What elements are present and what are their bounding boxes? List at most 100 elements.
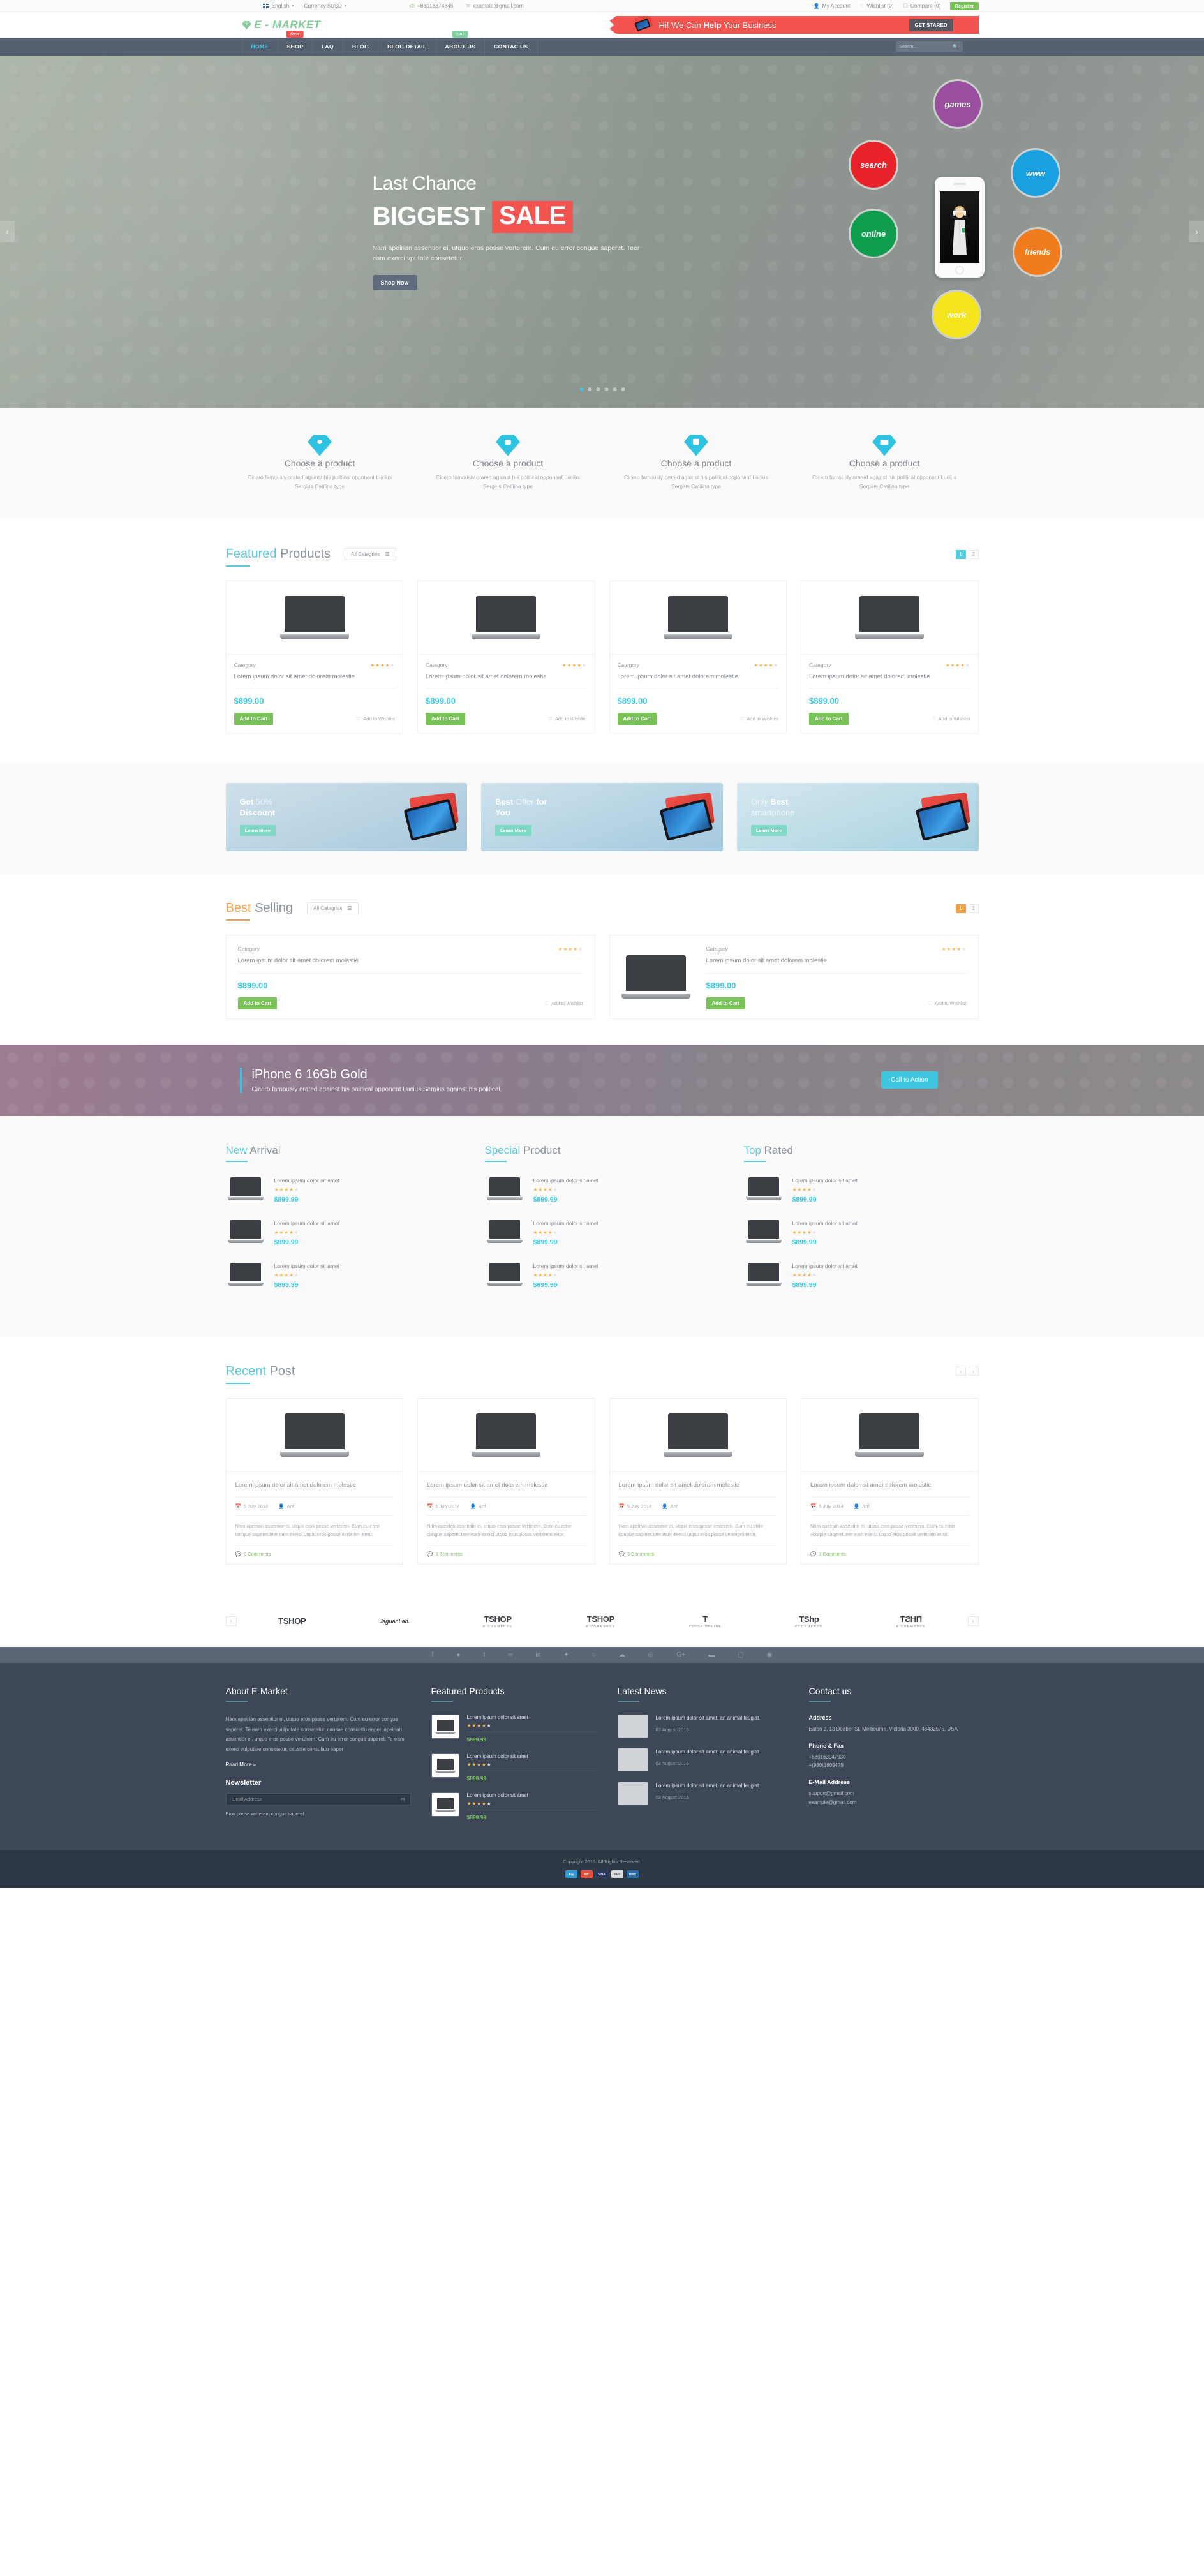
- vimeo-icon[interactable]: ▬: [708, 1651, 715, 1658]
- add-to-wishlist-link[interactable]: ♡ Add to Wishlist: [740, 716, 778, 722]
- footer-product-item[interactable]: Lorem ipsum dolor sit amet ★★★★★ $899.99: [431, 1753, 597, 1782]
- hero-dot-3[interactable]: [596, 387, 600, 391]
- promo-banner-discount[interactable]: Get 50% Discount Learn More: [225, 783, 468, 852]
- hero-dot-5[interactable]: [613, 387, 616, 391]
- compare-link[interactable]: ❐ Compare (0): [903, 3, 941, 9]
- dribbble-icon[interactable]: ○: [592, 1651, 596, 1658]
- newsletter-form[interactable]: ✉: [225, 1792, 411, 1805]
- list-item[interactable]: Lorem ipsum dolor sit amet ★★★★★ $899.99: [485, 1217, 720, 1246]
- add-to-wishlist-link[interactable]: ♡ Add to Wishlist: [544, 1001, 583, 1006]
- post-comments[interactable]: 💬 3 Comments: [235, 1546, 394, 1564]
- hero-dot-4[interactable]: [604, 387, 608, 391]
- add-to-cart-button[interactable]: Add to Cart: [706, 997, 746, 1009]
- hero-dot-2[interactable]: [588, 387, 591, 391]
- add-to-wishlist-link[interactable]: ♡ Add to Wishlist: [548, 716, 586, 722]
- add-to-wishlist-link[interactable]: ♡ Add to Wishlist: [357, 716, 395, 722]
- promo-banner-smartphone[interactable]: Only Best smartphone Learn More: [736, 783, 979, 852]
- add-to-wishlist-link[interactable]: ♡ Add to Wishlist: [932, 716, 970, 722]
- brand-logo[interactable]: TƧHП E COMMERCE: [896, 1614, 926, 1628]
- brand-logo[interactable]: Jaguar Lab.: [380, 1618, 410, 1625]
- shop-now-button[interactable]: Shop Now: [372, 275, 417, 291]
- get-started-button[interactable]: GET STARED: [909, 19, 953, 31]
- brand-logo[interactable]: TSHOP: [278, 1616, 306, 1626]
- phone-info[interactable]: ✆ +88018374345: [410, 3, 454, 9]
- amex-icon[interactable]: AMX: [611, 1870, 623, 1879]
- add-to-cart-button[interactable]: Add to Cart: [234, 713, 274, 726]
- add-to-cart-button[interactable]: Add to Cart: [617, 713, 657, 726]
- post-comments[interactable]: 💬 3 Comments: [427, 1546, 586, 1564]
- post-card[interactable]: Lorem ipsum dolor sit amet dolorem moles…: [417, 1397, 595, 1565]
- hero-next-arrow[interactable]: ›: [1189, 221, 1204, 242]
- list-item[interactable]: Lorem ipsum dolor sit amet ★★★★★ $899.99: [744, 1260, 979, 1289]
- brand-logo[interactable]: TShp ECOMMERCE: [795, 1614, 822, 1628]
- promo-banner-offer[interactable]: Best Offer for You Learn More: [481, 783, 723, 852]
- hero-dot-6[interactable]: [621, 387, 625, 391]
- footer-news-item[interactable]: Lorem ipsum dolor sit amet, an animal fe…: [617, 1715, 789, 1738]
- list-item[interactable]: Lorem ipsum dolor sit amet ★★★★★ $899.99: [226, 1260, 461, 1289]
- pager-page-2[interactable]: 2: [968, 549, 979, 559]
- nav-item-contact-us[interactable]: CONTAC US: [485, 38, 538, 56]
- wishlist-link[interactable]: ♡ Wishlist (0): [859, 3, 893, 9]
- hero-prev-arrow[interactable]: ‹: [0, 221, 15, 242]
- rss-icon[interactable]: ◉: [767, 1651, 773, 1658]
- best-selling-card[interactable]: Category ★★★★★ Lorem ipsum dolor sit ame…: [609, 935, 979, 1019]
- header-promo-banner[interactable]: Hi! We Can Help Your Business GET STARED: [604, 16, 979, 34]
- categories-filter[interactable]: All Categries ☰: [307, 902, 359, 915]
- pinterest-icon[interactable]: ✦: [563, 1651, 569, 1658]
- post-comments[interactable]: 💬 3 Comments: [810, 1546, 969, 1564]
- pager-page-1[interactable]: 1: [955, 549, 966, 559]
- prev-arrow-button[interactable]: ‹: [955, 1367, 966, 1376]
- next-arrow-button[interactable]: ›: [968, 1367, 979, 1376]
- nav-item-about-us[interactable]: Hot ABOUT US: [436, 31, 486, 56]
- mastercard-icon[interactable]: MC: [581, 1870, 593, 1879]
- add-to-cart-button[interactable]: Add to Cart: [809, 713, 849, 726]
- hero-dot-1[interactable]: [579, 387, 583, 391]
- footer-product-item[interactable]: Lorem ipsum dolor sit amet ★★★★★ $899.99: [431, 1715, 597, 1743]
- site-logo[interactable]: E - MARKET: [241, 19, 321, 31]
- post-card[interactable]: Lorem ipsum dolor sit amet dolorem moles…: [801, 1397, 979, 1565]
- nav-search[interactable]: 🔍: [895, 41, 963, 52]
- cloud-icon[interactable]: ☁: [619, 1651, 625, 1658]
- discover-icon[interactable]: DISC: [627, 1870, 639, 1879]
- learn-more-button[interactable]: Learn More: [239, 824, 276, 836]
- add-to-cart-button[interactable]: Add to Cart: [426, 713, 465, 726]
- instagram-icon[interactable]: ▢: [738, 1651, 743, 1658]
- call-to-action-button[interactable]: Call to Action: [881, 1071, 938, 1089]
- paypal-icon[interactable]: Pay: [565, 1870, 577, 1879]
- search-input[interactable]: [899, 44, 953, 49]
- linkedin-icon[interactable]: in: [535, 1651, 540, 1658]
- search-icon[interactable]: 🔍: [953, 44, 959, 50]
- register-button[interactable]: Register: [950, 1, 979, 10]
- twitter-icon[interactable]: ●: [457, 1651, 461, 1658]
- newsletter-email-input[interactable]: [231, 1796, 401, 1802]
- share-icon[interactable]: ∞: [508, 1651, 512, 1658]
- nav-item-shop[interactable]: New SHOP: [278, 31, 313, 56]
- product-card[interactable]: Category ★★★★★ Lorem ipsum dolor sit ame…: [609, 581, 787, 734]
- add-to-cart-button[interactable]: Add to Cart: [237, 997, 278, 1009]
- footer-product-item[interactable]: Lorem ipsum dolor sit amet ★★★★★ $899.99: [431, 1792, 597, 1820]
- pager-page-1[interactable]: 1: [955, 904, 966, 913]
- visa-icon[interactable]: VISA: [596, 1870, 608, 1879]
- nav-item-blog[interactable]: BLOG: [343, 38, 379, 56]
- send-icon[interactable]: ✉: [401, 1796, 405, 1802]
- post-card[interactable]: Lorem ipsum dolor sit amet dolorem moles…: [225, 1397, 403, 1565]
- learn-more-button[interactable]: Learn More: [750, 824, 787, 836]
- footer-news-item[interactable]: Lorem ipsum dolor sit amet, an animal fe…: [617, 1782, 789, 1806]
- behance-icon[interactable]: ◎: [648, 1651, 654, 1658]
- list-item[interactable]: Lorem ipsum dolor sit amet ★★★★★ $899.99: [485, 1260, 720, 1289]
- brand-logo[interactable]: TSHOP E COMMERCE: [586, 1614, 615, 1628]
- brand-logo[interactable]: TSHOP E COMMERCE: [483, 1614, 512, 1628]
- product-card[interactable]: Category ★★★★★ Lorem ipsum dolor sit ame…: [417, 581, 595, 734]
- nav-item-blog-detail[interactable]: BLOG DETAIL: [378, 38, 436, 56]
- my-account-link[interactable]: 👤 My Account: [813, 3, 850, 9]
- tumblr-icon[interactable]: t: [484, 1651, 486, 1658]
- categories-filter[interactable]: All Categries ☰: [345, 548, 396, 561]
- language-selector[interactable]: English ▾: [262, 3, 294, 9]
- currency-selector[interactable]: Currency $USD ▾: [304, 3, 346, 9]
- learn-more-button[interactable]: Learn More: [495, 824, 531, 836]
- product-card[interactable]: Category ★★★★★ Lorem ipsum dolor sit ame…: [801, 581, 979, 734]
- list-item[interactable]: Lorem ipsum dolor sit amet ★★★★★ $899.99: [744, 1217, 979, 1246]
- list-item[interactable]: Lorem ipsum dolor sit amet ★★★★★ $899.99: [485, 1175, 720, 1203]
- email-info[interactable]: ✉ example@gmail.com: [466, 3, 524, 9]
- list-item[interactable]: Lorem ipsum dolor sit amet ★★★★★ $899.99: [226, 1217, 461, 1246]
